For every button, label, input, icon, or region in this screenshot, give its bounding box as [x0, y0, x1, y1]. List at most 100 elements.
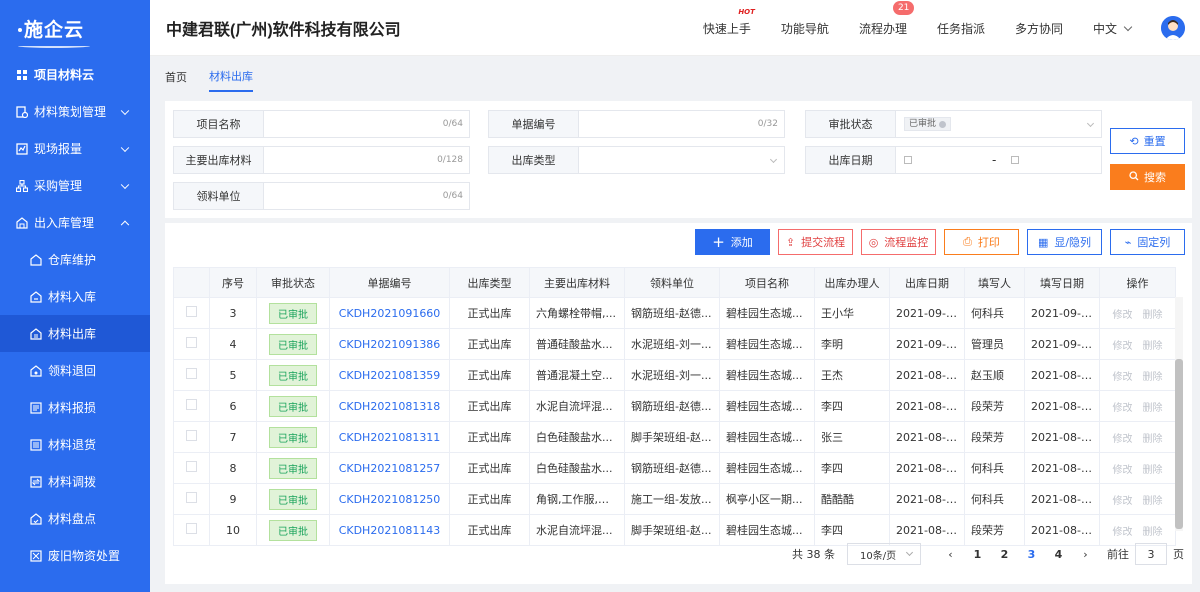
table-row[interactable]: 10 已审批 CKDH2021081143 正式出库 水泥自流坪混... 脚手架班组-赵.… [173, 514, 1176, 546]
sidebar-subitem-material-in[interactable]: 材料入库 [0, 278, 150, 315]
sidebar-item-warehouse-mgmt[interactable]: 出入库管理 [0, 204, 150, 241]
row-checkbox[interactable] [186, 430, 197, 441]
delete-link[interactable]: 删除 [1143, 341, 1163, 352]
row-checkbox[interactable] [186, 523, 197, 534]
toggle-columns-button[interactable]: ▦ 显/隐列 [1027, 229, 1102, 255]
edit-link[interactable]: 修改 [1113, 527, 1133, 538]
delete-link[interactable]: 删除 [1143, 310, 1163, 321]
row-checkbox[interactable] [186, 306, 197, 317]
row-checkbox[interactable] [186, 337, 197, 348]
edit-link[interactable]: 修改 [1113, 465, 1133, 476]
submit-process-button[interactable]: ⇪ 提交流程 [778, 229, 853, 255]
sidebar-subitem-material-transfer[interactable]: 材料调拨 [0, 463, 150, 500]
page-2[interactable]: 2 [991, 548, 1018, 561]
row-checkbox[interactable] [186, 399, 197, 410]
out-date-field[interactable]: 出库日期 - [805, 146, 1102, 174]
sidebar-subitem-material-return[interactable]: 领料退回 [0, 352, 150, 389]
delete-link[interactable]: 删除 [1143, 527, 1163, 538]
edit-link[interactable]: 修改 [1113, 434, 1133, 445]
doc-number-link[interactable]: CKDH2021091386 [339, 338, 441, 351]
print-button[interactable]: ⎙ 打印 [944, 229, 1019, 255]
sidebar-subitem-disposal[interactable]: 废旧物资处置 [0, 537, 150, 574]
main-material-input[interactable]: 0/128 [264, 147, 469, 173]
row-checkbox[interactable] [186, 461, 197, 472]
receiver-unit-input[interactable]: 0/64 [264, 183, 469, 209]
edit-link[interactable]: 修改 [1113, 496, 1133, 507]
sidebar-item-site-report[interactable]: 现场报量 [0, 130, 150, 167]
close-icon[interactable] [939, 120, 947, 128]
doc-number-link[interactable]: CKDH2021081250 [339, 493, 441, 506]
out-type-select[interactable] [579, 147, 784, 173]
table-row[interactable]: 3 已审批 CKDH2021091660 正式出库 六角螺栓带帽,... 钢筋班组-赵德.… [173, 297, 1176, 329]
page-1[interactable]: 1 [964, 548, 991, 561]
prev-page-button[interactable]: ‹ [937, 548, 964, 561]
add-button[interactable]: + 添加 [695, 229, 770, 255]
page-3[interactable]: 3 [1018, 548, 1045, 561]
avatar[interactable] [1161, 16, 1185, 40]
delete-link[interactable]: 删除 [1143, 372, 1163, 383]
edit-link[interactable]: 修改 [1113, 372, 1133, 383]
collaboration-link[interactable]: 多方协同 [1015, 20, 1063, 37]
sidebar-subitem-material-damage[interactable]: 材料报损 [0, 389, 150, 426]
page-4[interactable]: 4 [1045, 548, 1072, 561]
search-button[interactable]: 搜索 [1110, 164, 1185, 190]
reset-button[interactable]: ⟲ 重置 [1110, 128, 1185, 154]
delete-link[interactable]: 删除 [1143, 403, 1163, 414]
goto-page-input[interactable]: 3 [1135, 543, 1167, 565]
next-page-button[interactable]: › [1072, 548, 1099, 561]
project-name-input[interactable]: 0/64 [264, 111, 469, 137]
date-range-input[interactable]: - [896, 147, 1101, 173]
function-nav-link[interactable]: 功能导航 [781, 20, 829, 37]
project-name-field[interactable]: 项目名称 0/64 [173, 110, 470, 138]
doc-number-link[interactable]: CKDH2021081143 [339, 524, 441, 537]
sidebar-item-material-planning[interactable]: 材料策划管理 [0, 93, 150, 130]
delete-link[interactable]: 删除 [1143, 434, 1163, 445]
table-row[interactable]: 8 已审批 CKDH2021081257 正式出库 白色硅酸盐水... 钢筋班组-赵德..… [173, 452, 1176, 484]
cell-status: 已审批 [256, 390, 330, 422]
receiver-unit-field[interactable]: 领料单位 0/64 [173, 182, 470, 210]
sidebar-subitem-warehouse-maintain[interactable]: 仓库维护 [0, 241, 150, 278]
doc-number-link[interactable]: CKDH2021081359 [339, 369, 441, 382]
sidebar-subitem-material-out[interactable]: 材料出库 [0, 315, 150, 352]
table-row[interactable]: 5 已审批 CKDH2021081359 正式出库 普通混凝土空... 水泥班组-刘一..… [173, 359, 1176, 391]
out-type-field[interactable]: 出库类型 [488, 146, 785, 174]
delete-link[interactable]: 删除 [1143, 465, 1163, 476]
quick-start-link[interactable]: 快速上手 HOT [703, 8, 755, 37]
sidebar-subitem-material-inventory[interactable]: 材料盘点 [0, 500, 150, 537]
table-scrollbar[interactable] [1175, 297, 1183, 531]
doc-number-link[interactable]: CKDH2021091660 [339, 307, 441, 320]
doc-number-link[interactable]: CKDH2021081257 [339, 462, 441, 475]
approval-status-field[interactable]: 审批状态 已审批 [805, 110, 1102, 138]
table-row[interactable]: 6 已审批 CKDH2021081318 正式出库 水泥自流坪混... 钢筋班组-赵德..… [173, 390, 1176, 422]
process-monitor-button[interactable]: ◎ 流程监控 [861, 229, 936, 255]
scrollbar-thumb[interactable] [1175, 359, 1183, 529]
tab-home[interactable]: 首页 [165, 63, 187, 91]
sidebar-item-project-material-cloud[interactable]: 项目材料云 [0, 56, 150, 93]
edit-link[interactable]: 修改 [1113, 341, 1133, 352]
process-link[interactable]: 流程办理 21 [859, 0, 915, 37]
cell-unit: 水泥班组-刘一... [624, 328, 720, 360]
main-material-field[interactable]: 主要出库材料 0/128 [173, 146, 470, 174]
table-row[interactable]: 7 已审批 CKDH2021081311 正式出库 白色硅酸盐水... 脚手架班组-赵..… [173, 421, 1176, 453]
pin-columns-button[interactable]: ⌁ 固定列 [1110, 229, 1185, 255]
doc-no-field[interactable]: 单据编号 0/32 [488, 110, 785, 138]
table-row[interactable]: 4 已审批 CKDH2021091386 正式出库 普通硅酸盐水... 水泥班组-刘一..… [173, 328, 1176, 360]
language-selector[interactable]: 中文 [1093, 20, 1133, 37]
edit-link[interactable]: 修改 [1113, 403, 1133, 414]
cell-wdate: 2021-08-23 [1024, 421, 1100, 453]
page-size-select[interactable]: 10条/页 [847, 543, 921, 565]
sidebar-item-procurement[interactable]: 采购管理 [0, 167, 150, 204]
delete-link[interactable]: 删除 [1143, 496, 1163, 507]
doc-no-input[interactable]: 0/32 [579, 111, 784, 137]
doc-number-link[interactable]: CKDH2021081311 [339, 431, 441, 444]
edit-link[interactable]: 修改 [1113, 310, 1133, 321]
row-checkbox[interactable] [186, 492, 197, 503]
cell-unit: 水泥班组-刘一... [624, 359, 720, 391]
tab-material-out[interactable]: 材料出库 [209, 62, 253, 92]
approval-status-select[interactable]: 已审批 [896, 111, 1101, 137]
doc-number-link[interactable]: CKDH2021081318 [339, 400, 441, 413]
sidebar-subitem-material-refund[interactable]: 材料退货 [0, 426, 150, 463]
task-assign-link[interactable]: 任务指派 [937, 20, 985, 37]
table-row[interactable]: 9 已审批 CKDH2021081250 正式出库 角钢,工作服,石... 施工一组-发放… [173, 483, 1176, 515]
row-checkbox[interactable] [186, 368, 197, 379]
